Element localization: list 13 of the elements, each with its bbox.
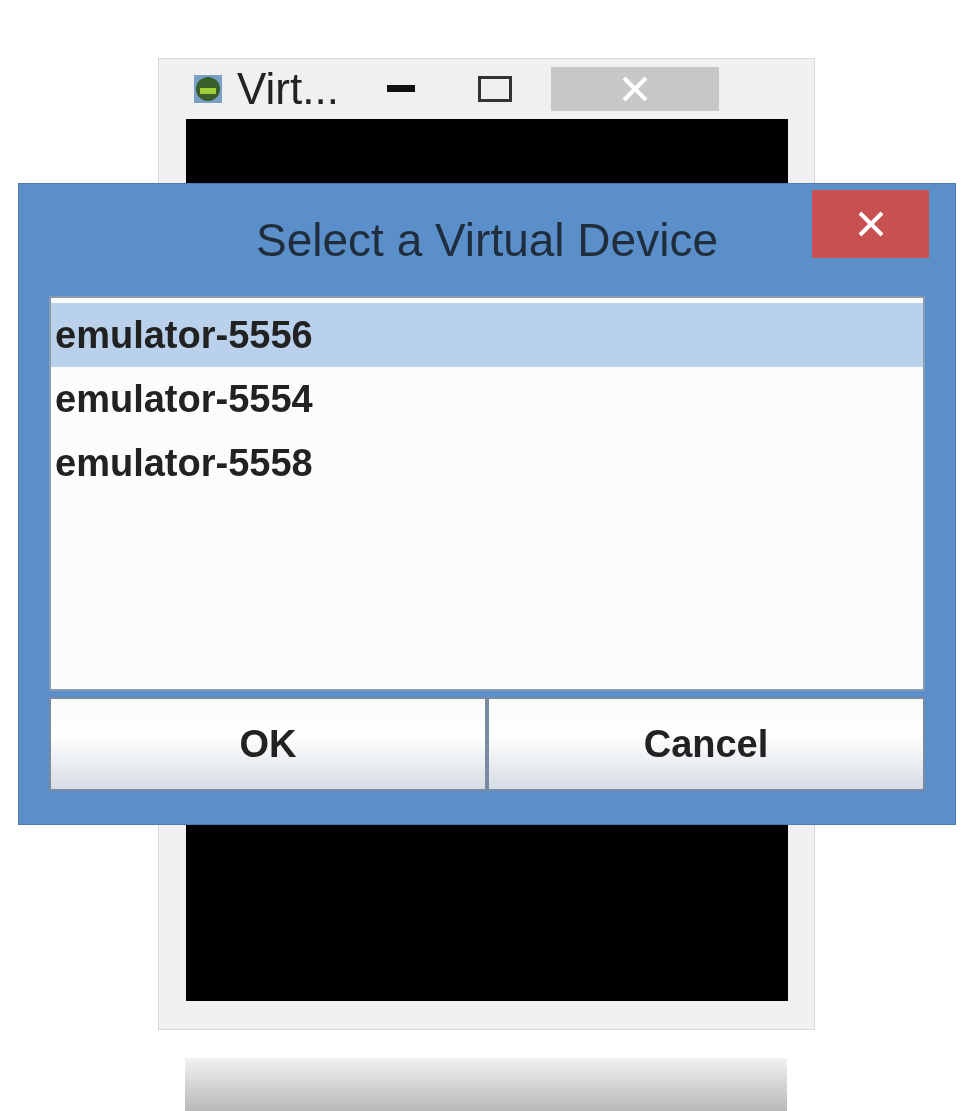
- cancel-button[interactable]: Cancel: [487, 697, 925, 791]
- close-icon: [856, 210, 885, 238]
- dialog-title: Select a Virtual Device: [256, 212, 718, 268]
- window-title: Virt...: [237, 67, 339, 111]
- device-item[interactable]: emulator-5556: [51, 303, 923, 367]
- maximize-icon: [477, 76, 512, 102]
- minimize-icon: [386, 85, 415, 93]
- device-item[interactable]: emulator-5558: [51, 431, 923, 495]
- close-icon: [621, 76, 648, 102]
- device-item[interactable]: emulator-5554: [51, 367, 923, 431]
- android-icon: [193, 74, 223, 104]
- ok-button[interactable]: OK: [49, 697, 487, 791]
- close-button[interactable]: [812, 190, 929, 258]
